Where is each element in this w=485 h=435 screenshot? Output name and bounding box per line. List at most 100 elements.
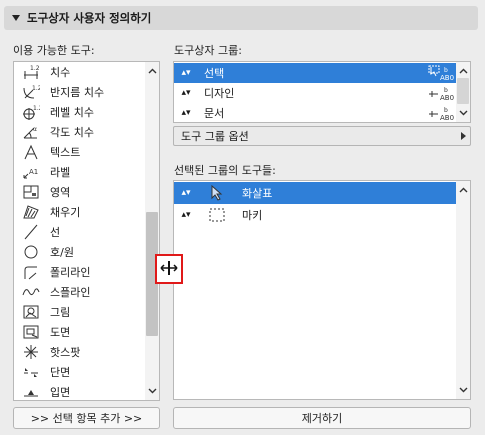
elevation-icon [22,384,40,400]
line-icon [22,224,40,240]
drawing-icon [22,324,40,340]
hotspot-icon [22,344,40,360]
radial-dimension-icon: 1.2 [22,84,40,100]
resize-horizontal-icon [160,260,178,279]
zone-icon [22,184,40,200]
list-item[interactable]: 호/원 [14,242,146,262]
list-item-label: 선 [50,226,61,239]
collapse-triangle-icon[interactable] [12,15,20,21]
toolbox-groups-scrollbar[interactable] [456,62,470,122]
list-item-label: 치수 [50,66,71,79]
list-item-label: 문서 [204,107,225,120]
section-header[interactable]: 도구상자 사용자 정의하기 [4,6,478,30]
list-item[interactable]: 그림 [14,302,146,322]
add-selected-button[interactable]: >> 선택 항목 추가 >> [13,407,160,429]
scroll-down-icon[interactable] [456,106,470,120]
updown-icon[interactable]: ▴▾ [178,68,194,78]
list-item[interactable]: ▴▾ 디자인 AB0 b [174,83,458,103]
remove-button[interactable]: 제거하기 [173,407,471,429]
updown-icon[interactable]: ▴▾ [178,188,194,198]
scroll-up-icon[interactable] [456,64,470,78]
list-item-label: 반지름 치수 [50,86,105,99]
list-item[interactable]: 1.2 치수 [14,62,146,82]
list-item-label: 디자인 [204,87,235,100]
svg-text:α: α [33,126,37,133]
updown-icon[interactable]: ▴▾ [178,88,194,98]
svg-text:b: b [444,67,448,74]
available-tools-list[interactable]: 1.2 치수 1.2 반지름 치수 1.2 레벨 치수 α 각도 치수 텍스트 … [13,61,160,401]
label-icon: A1 [22,164,40,180]
list-item-label: 텍스트 [50,146,81,159]
section-title: 도구상자 사용자 정의하기 [27,11,152,25]
fill-icon [22,204,40,220]
list-item-label: 화살표 [242,187,273,200]
list-item-label: 도면 [50,326,71,339]
list-item[interactable]: 단면 [14,362,146,382]
svg-text:AB0: AB0 [440,114,454,121]
design-group-icon: AB0 b [428,85,456,102]
svg-text:1.2: 1.2 [32,85,40,92]
list-item-label: 각도 치수 [50,126,94,139]
angle-dimension-icon: α [22,124,40,140]
list-item-label: 입면 [50,386,71,399]
list-item-label: 호/원 [50,246,74,259]
toolbox-groups-list[interactable]: ▴▾ 선택 AB0 b ▴▾ 디자인 AB0 b ▴▾ 문서 AB0 b [173,61,471,123]
tool-group-options-dropdown[interactable]: 도구 그룹 옵션 [173,126,471,146]
svg-text:b: b [444,87,448,94]
scroll-down-icon[interactable] [145,384,159,398]
list-item[interactable]: 1.2 레벨 치수 [14,102,146,122]
chevron-right-icon [461,132,466,140]
toolbox-groups-label: 도구상자 그룹: [174,44,242,57]
list-item[interactable]: 선 [14,222,146,242]
figure-icon [22,304,40,320]
list-item-label: 스플라인 [50,286,91,299]
group-tools-label: 선택된 그룹의 도구들: [174,164,276,177]
list-item-label: 라벨 [50,166,71,179]
updown-icon[interactable]: ▴▾ [178,108,194,118]
list-item[interactable]: 스플라인 [14,282,146,302]
selection-group-icon: AB0 b [428,65,456,82]
list-item[interactable]: 1.2 반지름 치수 [14,82,146,102]
list-item-label: 핫스팟 [50,346,81,359]
group-tools-list[interactable]: ▴▾ 화살표 ▴▾ 마키 [173,180,471,400]
list-item-label: 그림 [50,306,71,319]
marquee-icon [206,206,228,224]
svg-text:A1: A1 [29,168,38,176]
list-item[interactable]: 채우기 [14,202,146,222]
group-tools-scrollbar[interactable] [456,181,470,399]
document-group-icon: AB0 b [428,105,456,122]
list-item[interactable]: 폴리라인 [14,262,146,282]
scroll-up-icon[interactable] [456,183,470,197]
list-item[interactable]: ▴▾ 선택 AB0 b [174,63,458,83]
list-item-label: 폴리라인 [50,266,91,279]
list-item[interactable]: A1 라벨 [14,162,146,182]
list-item[interactable]: ▴▾ 화살표 [174,182,458,204]
list-item[interactable]: 입면 [14,382,146,400]
list-item[interactable]: 핫스팟 [14,342,146,362]
svg-text:1.2: 1.2 [33,105,40,112]
updown-icon[interactable]: ▴▾ [178,210,194,220]
svg-text:b: b [444,107,448,114]
svg-text:1.2: 1.2 [30,65,40,72]
list-item-label: 단면 [50,366,71,379]
list-item[interactable]: 영역 [14,182,146,202]
available-tools-label: 이용 가능한 도구: [13,44,95,57]
panel-resize-handle[interactable] [155,254,183,284]
list-item[interactable]: 텍스트 [14,142,146,162]
available-tools-scrollbar[interactable] [145,62,159,400]
list-item-label: 마키 [242,209,263,222]
list-item[interactable]: ▴▾ 마키 [174,204,458,226]
arrow-pointer-icon [206,184,228,202]
list-item[interactable]: 도면 [14,322,146,342]
list-item-label: 레벨 치수 [50,106,94,119]
list-item[interactable]: α 각도 치수 [14,122,146,142]
spline-icon [22,284,40,300]
list-item-label: 선택 [204,67,225,80]
list-item[interactable]: ▴▾ 문서 AB0 b [174,103,458,122]
arc-circle-icon [22,244,40,260]
scroll-up-icon[interactable] [145,64,159,78]
text-icon [22,144,40,160]
list-item-label: 영역 [50,186,71,199]
scroll-thumb[interactable] [457,78,469,104]
scroll-down-icon[interactable] [456,383,470,397]
